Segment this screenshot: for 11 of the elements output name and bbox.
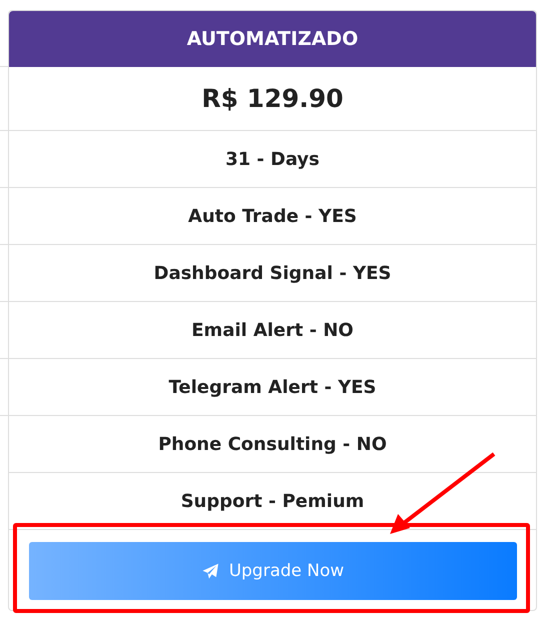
feature-text: Phone Consulting - NO xyxy=(9,415,536,472)
arrow-icon xyxy=(388,452,498,536)
feature-text: Email Alert - NO xyxy=(9,301,536,358)
plan-price: R$ 129.90 xyxy=(200,83,344,115)
paper-plane-icon xyxy=(202,562,219,580)
upgrade-button[interactable]: Upgrade Now xyxy=(29,542,517,600)
plan-title: AUTOMATIZADO xyxy=(9,11,536,67)
feature-text: 31 - Days xyxy=(9,130,536,187)
feature-text: Telegram Alert - YES xyxy=(9,358,536,415)
feature-text: Dashboard Signal - YES xyxy=(9,244,536,301)
feature-text: Auto Trade - YES xyxy=(9,187,536,244)
